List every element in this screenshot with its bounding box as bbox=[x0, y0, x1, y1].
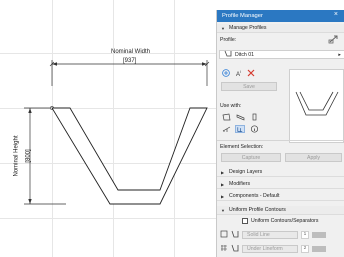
profile-manager-panel: Profile Manager × ▼ Manage Profiles Prof… bbox=[216, 10, 344, 257]
profile-preview bbox=[289, 69, 344, 143]
profile-drawing bbox=[24, 60, 210, 205]
element-selection-label: Element Selection: bbox=[220, 144, 264, 150]
apply-button[interactable]: Apply bbox=[285, 153, 342, 162]
section-label: Uniform Profile Contours bbox=[229, 207, 286, 213]
line-type-dropdown[interactable]: Solid Line bbox=[242, 230, 298, 239]
panel-titlebar: Profile Manager × bbox=[217, 10, 344, 22]
section-design-layers[interactable]: ▶ Design Layers bbox=[217, 168, 344, 177]
width-dimension-value: [937] bbox=[123, 58, 137, 64]
profile-mini-icon bbox=[231, 230, 239, 240]
profile-actions: AI bbox=[222, 69, 255, 79]
section-uniform-profile-contours[interactable]: ▼ Uniform Profile Contours bbox=[217, 206, 344, 215]
uniform-contours-option[interactable]: Uniform Contours/Separators bbox=[242, 218, 318, 224]
use-with-label: Use with: bbox=[220, 103, 242, 109]
height-dimension-value: [800] bbox=[25, 149, 32, 163]
section-label: Modifiers bbox=[229, 181, 251, 187]
uniform-contours-checkbox[interactable] bbox=[242, 218, 248, 224]
delete-icon[interactable] bbox=[247, 69, 255, 79]
profile-name: Ditch 01 bbox=[235, 51, 255, 58]
contour-icon bbox=[220, 230, 228, 240]
pen-color-swatch[interactable] bbox=[312, 245, 326, 252]
section-label: Components - Default bbox=[229, 193, 280, 199]
add-profile-icon[interactable] bbox=[222, 69, 230, 79]
wall-icon[interactable] bbox=[221, 113, 231, 121]
pen-number-field[interactable]: 2 bbox=[301, 244, 309, 253]
use-with-icons bbox=[221, 113, 263, 133]
profile-icon bbox=[224, 50, 232, 59]
profile-label: Profile: bbox=[220, 37, 237, 43]
column-icon[interactable] bbox=[249, 113, 259, 121]
contour-line-row: Solid Line 1 bbox=[220, 230, 342, 239]
chevron-right-icon: ▶ bbox=[221, 193, 225, 199]
manage-profiles-label: Manage Profiles bbox=[229, 25, 267, 31]
chevron-down-icon: ▼ bbox=[221, 207, 225, 213]
preview-drawing bbox=[295, 91, 339, 116]
chevron-down-icon: ▼ bbox=[221, 25, 225, 31]
close-icon[interactable]: × bbox=[334, 11, 338, 18]
panel-title: Profile Manager bbox=[222, 13, 263, 19]
separator-icon bbox=[220, 244, 228, 254]
info-icon[interactable] bbox=[249, 125, 259, 133]
pen-color-swatch[interactable] bbox=[312, 231, 326, 238]
height-dimension-label: Nominal Height bbox=[13, 135, 20, 177]
rename-icon[interactable]: AI bbox=[236, 70, 241, 78]
drawing-canvas[interactable]: Nominal Width [937] Nominal Height [800] bbox=[0, 0, 216, 257]
chevron-right-icon: ▸ bbox=[338, 51, 341, 58]
section-components-default[interactable]: ▶ Components - Default bbox=[217, 192, 344, 201]
save-button[interactable]: Save bbox=[221, 82, 277, 91]
divider bbox=[217, 140, 344, 141]
uniform-contours-label: Uniform Contours/Separators bbox=[251, 218, 319, 224]
chevron-right-icon: ▶ bbox=[221, 169, 225, 175]
width-dimension-label: Nominal Width bbox=[111, 49, 151, 55]
capture-button[interactable]: Capture bbox=[221, 153, 281, 162]
section-label: Design Layers bbox=[229, 169, 263, 175]
manage-profiles-header[interactable]: ▼ Manage Profiles bbox=[217, 24, 344, 33]
chevron-right-icon: ▶ bbox=[221, 181, 225, 187]
separator-line-row: Under Lineform 2 bbox=[220, 244, 342, 253]
profile-mini-icon bbox=[231, 244, 239, 254]
profile-selector[interactable]: Ditch 01 ▸ bbox=[219, 50, 344, 59]
beam-icon[interactable] bbox=[235, 113, 245, 121]
separator-line-dropdown[interactable]: Under Lineform bbox=[242, 244, 298, 253]
railing-icon[interactable] bbox=[221, 125, 231, 133]
opening-icon[interactable] bbox=[235, 125, 245, 133]
section-modifiers[interactable]: ▶ Modifiers bbox=[217, 180, 344, 189]
pen-number-field[interactable]: 1 bbox=[301, 230, 309, 239]
profile-tools-icon[interactable] bbox=[328, 34, 340, 44]
